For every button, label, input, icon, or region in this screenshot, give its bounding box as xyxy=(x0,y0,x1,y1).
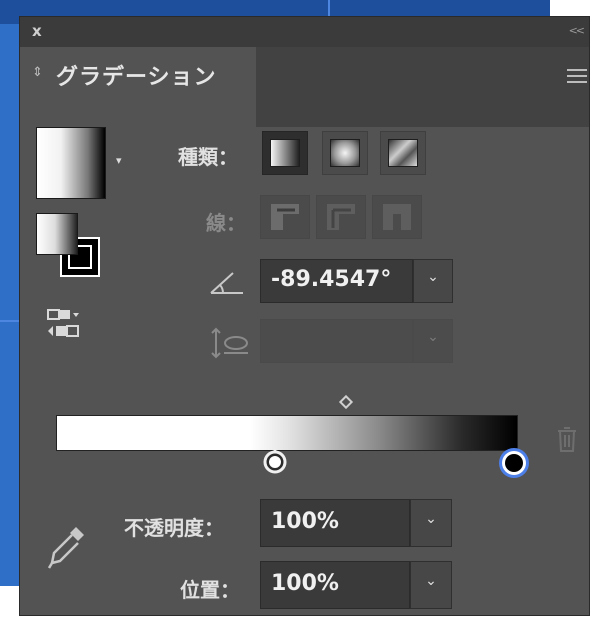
collapse-panel-icon[interactable]: << xyxy=(569,24,586,37)
chevron-down-icon: ⌄ xyxy=(425,511,437,527)
canvas-guide-line xyxy=(328,0,330,16)
radial-gradient-button[interactable] xyxy=(322,131,368,175)
location-value: 100% xyxy=(271,571,339,596)
fill-stroke-selector[interactable] xyxy=(36,213,106,283)
trash-icon[interactable] xyxy=(555,425,579,457)
aspect-ratio-input[interactable] xyxy=(260,319,413,363)
stroke-across-button[interactable] xyxy=(372,195,422,239)
tab-updown-icon[interactable]: ⇕ xyxy=(32,65,43,80)
aspect-ratio-icon xyxy=(210,325,250,365)
color-stop-white[interactable] xyxy=(262,449,288,479)
close-icon[interactable]: x xyxy=(32,22,42,40)
eyedropper-icon[interactable] xyxy=(46,523,90,575)
fill-swatch[interactable] xyxy=(36,213,78,255)
panel-titlebar[interactable]: x << xyxy=(20,17,589,47)
aspect-ratio-dropdown[interactable]: ⌄ xyxy=(413,319,453,363)
gradient-slider[interactable] xyxy=(56,415,518,451)
stroke-along-button[interactable] xyxy=(316,195,366,239)
chevron-down-icon: ⌄ xyxy=(427,329,439,345)
freeform-gradient-button[interactable] xyxy=(380,131,426,175)
gradient-swatch[interactable] xyxy=(36,127,106,199)
color-stop-black-selected[interactable] xyxy=(496,445,532,485)
location-dropdown[interactable]: ⌄ xyxy=(410,561,452,609)
chevron-down-icon: ⌄ xyxy=(427,269,439,285)
stroke-label: 線： xyxy=(206,211,246,235)
opacity-value: 100% xyxy=(271,509,339,534)
canvas-guide-line xyxy=(0,320,20,322)
opacity-input[interactable]: 100% xyxy=(260,499,410,547)
location-input[interactable]: 100% xyxy=(260,561,410,609)
panel-menu-icon[interactable] xyxy=(567,69,587,87)
linear-gradient-button[interactable] xyxy=(262,131,308,175)
angle-icon xyxy=(209,269,245,301)
stroke-within-button[interactable] xyxy=(260,195,310,239)
location-label: 位置： xyxy=(180,578,240,602)
chevron-down-icon[interactable]: ▾ xyxy=(116,154,122,167)
angle-value: -89.4547° xyxy=(271,267,392,292)
tab-title: グラデーション xyxy=(56,65,217,90)
midpoint-diamond[interactable] xyxy=(338,394,354,410)
type-label: 種類： xyxy=(178,145,238,169)
angle-dropdown[interactable]: ⌄ xyxy=(413,259,453,303)
swap-gradient-icon[interactable] xyxy=(46,307,86,341)
tab-gradient[interactable]: ⇕ グラデーション xyxy=(20,47,256,127)
opacity-dropdown[interactable]: ⌄ xyxy=(410,499,452,547)
chevron-down-icon: ⌄ xyxy=(425,573,437,589)
angle-input[interactable]: -89.4547° xyxy=(260,259,413,303)
opacity-label: 不透明度： xyxy=(124,516,224,540)
gradient-panel: x << ⇕ グラデーション ▾ 種類： 線： -89.4547° ⌄ ⌄ 不透… xyxy=(19,16,590,616)
